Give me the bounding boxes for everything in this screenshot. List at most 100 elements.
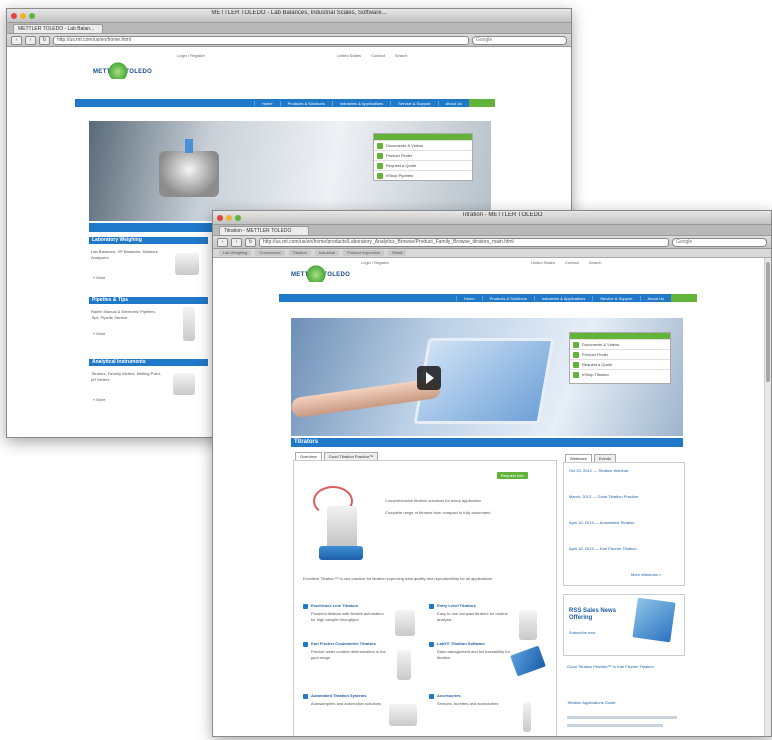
top-links: Login / Register	[177, 53, 205, 58]
zoom-icon[interactable]	[29, 12, 35, 19]
product-thumb[interactable]	[523, 702, 531, 732]
quote-icon	[573, 361, 579, 368]
nav-industries[interactable]: Industries & Applications	[533, 295, 593, 301]
url-input[interactable]: http://us.mt.com/us/en/home.html	[53, 35, 469, 45]
title-bar: Titration - METTLER TOLEDO	[213, 211, 771, 225]
more-link[interactable]: » More	[93, 397, 105, 403]
request-info-button[interactable]: Request Info	[497, 472, 528, 479]
panel-item[interactable]: Documents & Videos	[374, 140, 472, 150]
search-link[interactable]: Search	[589, 260, 602, 265]
browser-tab[interactable]: Titration - METTLER TOLEDO	[219, 226, 309, 235]
login-link[interactable]: Login / Register	[177, 53, 205, 58]
product-link[interactable]: Karl Fischer Coulometric Titrators	[311, 641, 376, 647]
bookmark-item[interactable]: Retail	[388, 250, 407, 256]
tab-events[interactable]: Events	[593, 454, 617, 462]
bookmark-item[interactable]: Industrial	[314, 250, 340, 256]
back-icon[interactable]: ‹	[217, 237, 228, 247]
panel-item[interactable]: Request a Quote	[570, 359, 670, 369]
bookmark-item[interactable]: Titration	[288, 250, 311, 256]
tab-good-titration-practice[interactable]: Good Titration Practice™	[323, 452, 379, 460]
search-input[interactable]: Google	[672, 237, 767, 247]
section-title: Pipettes & Tips	[89, 297, 208, 304]
bookmark-item[interactable]: Customized	[255, 250, 285, 256]
sidebar-link[interactable]: Good Titration Practice™ in Karl Fischer…	[567, 664, 681, 670]
tab-overview[interactable]: Overview	[295, 452, 322, 460]
panel-item[interactable]: Product Finder	[570, 349, 670, 359]
more-link[interactable]: » More	[93, 275, 105, 281]
close-icon[interactable]	[11, 12, 17, 19]
more-link[interactable]: » More	[93, 331, 105, 337]
minimize-icon[interactable]	[226, 214, 232, 221]
sidebar-item[interactable]: April 18, 2013 — Karl Fischer Titration	[569, 546, 679, 552]
close-icon[interactable]	[217, 214, 223, 221]
scrollbar[interactable]	[764, 258, 771, 736]
sample-image	[185, 139, 193, 153]
tab-bar: METTLER TOLEDO - Lab Balan...	[7, 23, 571, 34]
url-input[interactable]: http://us.mt.com/us/en/home/products/Lab…	[259, 237, 669, 247]
country-link[interactable]: United States	[531, 260, 555, 265]
back-icon[interactable]: ‹	[11, 35, 22, 45]
nav-service[interactable]: Service & Support	[592, 295, 639, 301]
contact-link[interactable]: Contact	[371, 53, 385, 58]
main-nav: Home Products & Solutions Industries & A…	[279, 294, 697, 302]
search-link[interactable]: Search	[395, 53, 408, 58]
panel-item[interactable]: Request a Quote	[374, 160, 472, 170]
product-link[interactable]: Accessories	[437, 693, 461, 699]
reload-icon[interactable]: ↻	[245, 237, 256, 247]
text-line	[567, 724, 663, 727]
sidebar-link[interactable]: Titration Applications Guide	[567, 700, 681, 706]
nav-products[interactable]: Products & Solutions	[279, 100, 332, 106]
search-input[interactable]: Google	[472, 35, 567, 45]
product-thumb[interactable]	[389, 704, 417, 726]
browser-tab[interactable]: METTLER TOLEDO - Lab Balan...	[13, 24, 103, 33]
browser-window-front[interactable]: Titration - METTLER TOLEDO Titration - M…	[212, 210, 772, 737]
panel-item[interactable]: Product Finder	[374, 150, 472, 160]
product-link[interactable]: Entry Level Titrators	[437, 603, 476, 609]
bookmark-item[interactable]: Lab Weighing	[219, 250, 252, 256]
cart-icon	[377, 172, 383, 179]
login-link[interactable]: Login / Register	[361, 260, 389, 265]
country-link[interactable]: United States	[337, 53, 361, 58]
product-thumb[interactable]	[397, 650, 411, 680]
nav-service[interactable]: Service & Support	[390, 100, 437, 106]
sidebar-item[interactable]: Oct 23, 2012 — Titration Webinar	[569, 468, 679, 474]
top-links-right: United States Contact Search	[337, 53, 408, 58]
pipette-thumb[interactable]	[183, 307, 195, 341]
product-thumb[interactable]	[519, 610, 537, 640]
bookmark-item[interactable]: Product Inspection	[343, 250, 385, 256]
scrollbar-thumb[interactable]	[766, 262, 770, 382]
sidebar-item[interactable]: April 16, 2013 — Automated Titration	[569, 520, 679, 526]
nav-industries[interactable]: Industries & Applications	[331, 100, 391, 106]
nav-about[interactable]: About Us	[437, 100, 469, 106]
product-link[interactable]: LabX® Titration Software	[437, 641, 485, 647]
more-webinars-link[interactable]: More Webinars »	[631, 572, 661, 578]
subscribe-link[interactable]: Subscribe now	[569, 630, 595, 636]
nav-home[interactable]: Home	[253, 100, 280, 106]
nav-green-tab[interactable]	[671, 294, 697, 302]
nav-green-tab[interactable]	[469, 99, 495, 107]
product-thumb[interactable]	[175, 253, 199, 275]
nav-products[interactable]: Products & Solutions	[481, 295, 534, 301]
nav-about[interactable]: About Us	[639, 295, 671, 301]
product-thumb[interactable]	[395, 610, 415, 636]
panel-item[interactable]: eShop Pipettes	[374, 170, 472, 180]
contact-link[interactable]: Contact	[565, 260, 579, 265]
product-link[interactable]: Excellence Line Titrators	[311, 603, 358, 609]
product-link[interactable]: Automated Titration Systems	[311, 693, 367, 699]
panel-item[interactable]: eShop Titration	[570, 369, 670, 379]
arrow-icon	[303, 604, 308, 609]
tab-webinars[interactable]: Webinars	[565, 454, 592, 462]
zoom-icon[interactable]	[235, 214, 241, 221]
title-bar: METTLER TOLEDO - Lab Balances, Industria…	[7, 9, 571, 23]
panel-item[interactable]: Documents & Videos	[570, 339, 670, 349]
sidebar-item[interactable]: March, 2013 — Good Titration Practice	[569, 494, 679, 500]
minimize-icon[interactable]	[20, 12, 26, 19]
play-icon[interactable]	[417, 366, 441, 390]
instrument-thumb[interactable]	[173, 373, 195, 395]
arrow-icon	[303, 694, 308, 699]
forward-icon[interactable]: ›	[25, 35, 36, 45]
forward-icon[interactable]: ›	[231, 237, 242, 247]
nav-home[interactable]: Home	[455, 295, 482, 301]
reload-icon[interactable]: ↻	[39, 35, 50, 45]
top-links-right: United States Contact Search	[531, 260, 602, 265]
